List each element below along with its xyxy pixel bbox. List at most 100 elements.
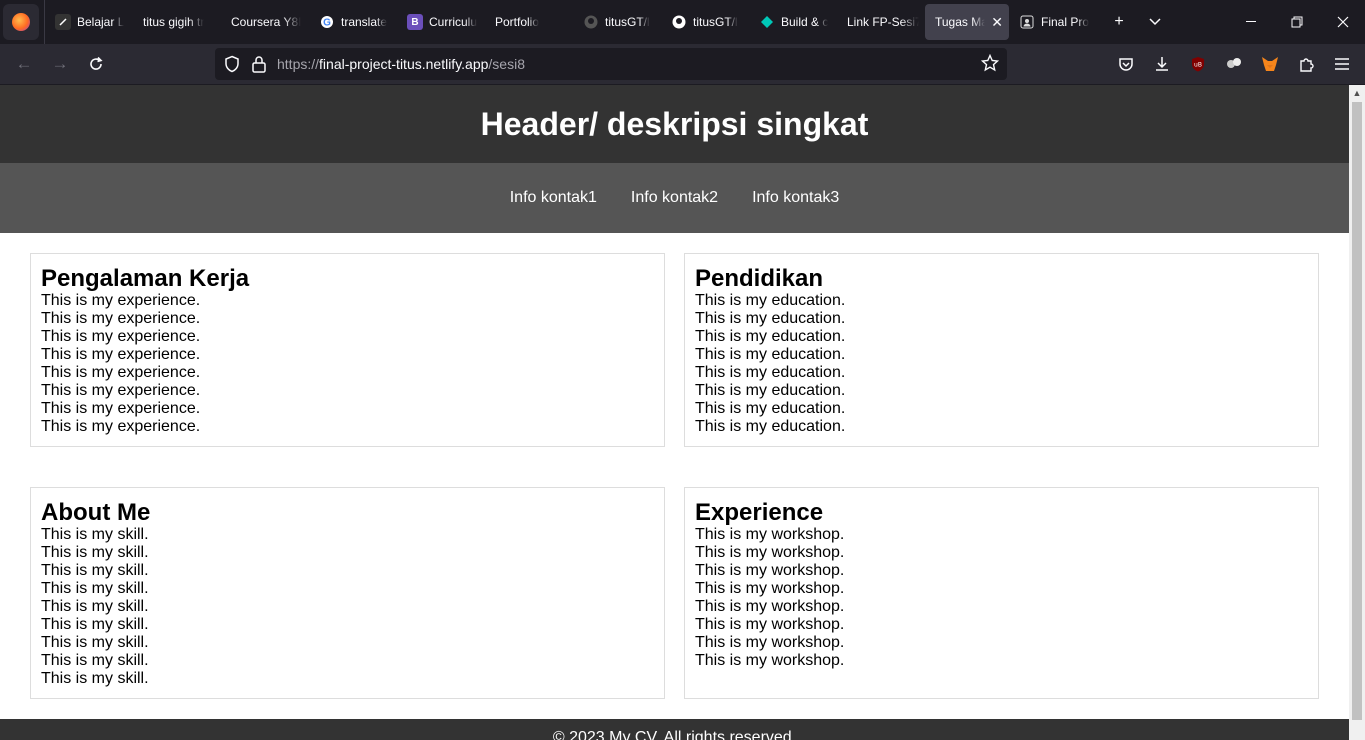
section-line: This is my education.: [695, 328, 846, 345]
section-pendidikan: Pendidikan This is my education. This is …: [684, 253, 1319, 447]
section-line: This is my workshop.: [695, 634, 845, 651]
section-line: This is my education.: [695, 400, 846, 417]
navigation-toolbar: ← → https://final-project-titus.netlify.…: [0, 44, 1365, 84]
url-scheme: https://: [277, 56, 320, 72]
tab-label: titusGT/l: [605, 15, 650, 29]
section-line: This is my workshop.: [695, 562, 845, 579]
svg-text:G: G: [323, 18, 331, 29]
site-footer: © 2023 My CV. All rights reserved.: [0, 719, 1349, 740]
tab-7[interactable]: titusGT/l: [661, 4, 749, 40]
section-title: About Me: [41, 499, 151, 526]
menu-hamburger-icon[interactable]: [1326, 48, 1358, 80]
vertical-scrollbar[interactable]: ▲: [1349, 85, 1365, 740]
section-line: This is my skill.: [41, 670, 149, 687]
nav-link-kontak2[interactable]: Info kontak2: [631, 189, 718, 207]
section-line: This is my experience.: [41, 292, 201, 309]
tab-1[interactable]: titus gigih tr: [133, 4, 221, 40]
url-path: /sesi8: [488, 56, 525, 72]
tab-3[interactable]: Gtranslate: [309, 4, 397, 40]
github-icon: [671, 14, 687, 30]
tab-5[interactable]: Portfolio: [485, 4, 573, 40]
google-icon: G: [319, 14, 335, 30]
pocket-icon[interactable]: [1110, 48, 1142, 80]
reload-icon[interactable]: [80, 48, 112, 80]
tab-10[interactable]: Tugas Ma ✕: [925, 4, 1009, 40]
section-line: This is my experience.: [41, 328, 201, 345]
tab-0[interactable]: Belajar L: [45, 4, 133, 40]
list-all-tabs-icon[interactable]: [1137, 4, 1173, 40]
section-title: Experience: [695, 499, 824, 526]
tab-11[interactable]: Final Pro: [1009, 4, 1097, 40]
section-line: This is my experience.: [41, 418, 201, 435]
section-line: This is my skill.: [41, 616, 149, 633]
section-line: This is my education.: [695, 382, 846, 399]
section-line: This is my skill.: [41, 652, 149, 669]
metamask-fox-icon[interactable]: [1254, 48, 1286, 80]
section-line: This is my workshop.: [695, 652, 845, 669]
page-viewport: Header/ deskripsi singkat Info kontak1 I…: [0, 85, 1349, 740]
restore-icon[interactable]: [1274, 0, 1320, 44]
new-tab-icon[interactable]: +: [1101, 4, 1137, 40]
section-line: This is my experience.: [41, 400, 201, 417]
address-bar[interactable]: https://final-project-titus.netlify.app/…: [215, 48, 1007, 80]
tab-label: Tugas Ma: [935, 15, 986, 29]
section-line: This is my education.: [695, 418, 846, 435]
section-line: This is my education.: [695, 292, 846, 309]
section-title: Pengalaman Kerja: [41, 265, 250, 292]
scroll-up-icon[interactable]: ▲: [1349, 85, 1365, 101]
section-line: This is my experience.: [41, 310, 201, 327]
firefox-view-button[interactable]: [3, 4, 39, 40]
nav-link-kontak3[interactable]: Info kontak3: [752, 189, 839, 207]
forward-icon[interactable]: →: [44, 48, 76, 80]
tab-label: Portfolio: [495, 15, 540, 29]
section-row: Pengalaman Kerja This is my experience. T…: [30, 253, 1319, 447]
section-pengalaman-kerja: Pengalaman Kerja This is my experience. T…: [30, 253, 665, 447]
tab-label: Link FP-Sesi7: [847, 15, 919, 29]
lock-icon[interactable]: [251, 55, 267, 78]
section-line: This is my experience.: [41, 382, 201, 399]
tab-strip: Belajar L titus gigih tr Coursera Y8I Gtran…: [0, 0, 1365, 44]
section-line: This is my education.: [695, 346, 846, 363]
scrollbar-thumb[interactable]: [1352, 102, 1362, 720]
tab-8[interactable]: Build & c: [749, 4, 837, 40]
tab-6[interactable]: titusGT/l: [573, 4, 661, 40]
tab-label: Final Pro: [1041, 15, 1090, 29]
tab-9[interactable]: Link FP-Sesi7: [837, 4, 925, 40]
section-line: This is my skill.: [41, 526, 149, 543]
tab-label: translate: [341, 15, 388, 29]
section-row: About Me This is my skill. This is my ski…: [30, 487, 1319, 699]
back-icon[interactable]: ←: [8, 48, 40, 80]
site-header: Header/ deskripsi singkat: [0, 85, 1349, 163]
tracking-protection-icon[interactable]: [223, 55, 241, 78]
section-experience: Experience This is my workshop. This is m…: [684, 487, 1319, 699]
site-nav: Info kontak1 Info kontak2 Info kontak3: [0, 163, 1349, 233]
section-line: This is my experience.: [41, 364, 201, 381]
nav-link-kontak1[interactable]: Info kontak1: [510, 189, 597, 207]
tab-label: Build & c: [781, 15, 829, 29]
tab-2[interactable]: Coursera Y8I: [221, 4, 309, 40]
downloads-icon[interactable]: [1146, 48, 1178, 80]
section-body: This is my education. This is my educatio…: [695, 292, 1308, 436]
b-icon: B: [407, 14, 423, 30]
section-body: This is my skill. This is my skill. This i…: [41, 526, 654, 688]
close-tab-icon[interactable]: ✕: [991, 14, 1003, 31]
section-line: This is my education.: [695, 364, 846, 381]
section-body: This is my experience. This is my experie…: [41, 292, 654, 436]
section-line: This is my skill.: [41, 544, 149, 561]
extension-ghost-icon[interactable]: [1218, 48, 1250, 80]
header-title: Header/ deskripsi singkat: [480, 105, 869, 142]
close-window-icon[interactable]: [1320, 0, 1365, 44]
section-line: This is my education.: [695, 310, 846, 327]
person-icon: [1019, 14, 1035, 30]
minimize-icon[interactable]: [1228, 0, 1274, 44]
ublock-origin-icon[interactable]: uB: [1182, 48, 1214, 80]
pen-icon: [55, 14, 71, 30]
tab-4[interactable]: B Curriculu: [397, 4, 485, 40]
github-icon: [583, 14, 599, 30]
extensions-puzzle-icon[interactable]: [1290, 48, 1322, 80]
tab-label: titusGT/l: [693, 15, 738, 29]
url-text[interactable]: https://final-project-titus.netlify.app/…: [277, 56, 525, 72]
bookmark-star-icon[interactable]: [980, 53, 1000, 77]
url-host: final-project-titus.netlify.app: [319, 56, 489, 72]
section-line: This is my skill.: [41, 580, 149, 597]
